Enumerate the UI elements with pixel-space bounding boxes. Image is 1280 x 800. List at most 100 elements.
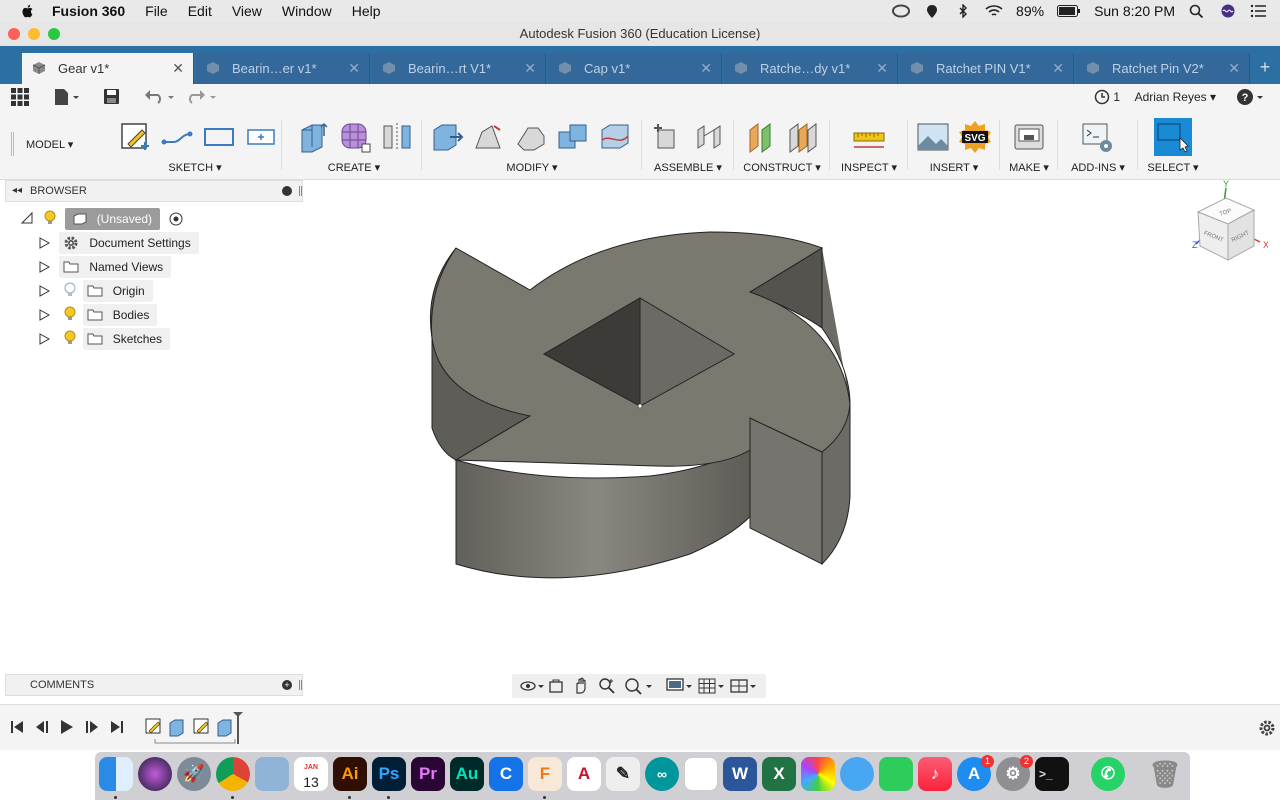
sketch-dimension-icon[interactable] (244, 120, 278, 154)
form-icon[interactable] (338, 120, 372, 154)
menu-app-name[interactable]: Fusion 360 (52, 3, 125, 19)
word-icon[interactable]: W (723, 757, 757, 791)
midplane-icon[interactable] (786, 120, 820, 154)
close-tab-icon[interactable]: ✕ (700, 53, 712, 84)
inkscape-icon[interactable]: ✎ (606, 757, 640, 791)
terminal-icon[interactable]: >_ (1035, 757, 1069, 791)
menu-view[interactable]: View (232, 3, 262, 19)
messages-icon[interactable] (840, 757, 874, 791)
panel-pin-icon[interactable] (299, 186, 302, 196)
close-tab-icon[interactable]: ✕ (876, 53, 888, 84)
scripts-addins-icon[interactable] (1080, 120, 1114, 154)
fusion-360-icon[interactable]: F (528, 757, 562, 791)
creative-cloud-icon[interactable] (892, 4, 911, 18)
save-icon[interactable] (103, 88, 120, 105)
view-cube[interactable]: Y Z X TOP FRONT RIGHT (1186, 180, 1268, 266)
extrude-icon[interactable] (296, 120, 330, 154)
create-sketch-icon[interactable] (118, 120, 152, 154)
insert-menu[interactable]: INSERT ▾ (908, 161, 1000, 174)
photos-icon[interactable] (801, 757, 835, 791)
display-settings-icon[interactable] (666, 677, 692, 695)
shell-icon[interactable] (598, 120, 632, 154)
battery-icon[interactable] (1057, 5, 1081, 17)
close-tab-icon[interactable]: ✕ (348, 53, 360, 84)
tree-root[interactable]: (Unsaved) (20, 208, 183, 230)
job-status[interactable]: 1 (1094, 89, 1120, 105)
tab-cap[interactable]: Cap v1* ✕ (548, 53, 722, 84)
close-tab-icon[interactable]: ✕ (172, 53, 184, 84)
pan-hand-icon[interactable] (572, 677, 590, 695)
spotlight-search-icon[interactable] (1188, 4, 1206, 18)
visibility-bulb-icon[interactable] (43, 210, 57, 226)
audition-icon[interactable]: Au (450, 757, 484, 791)
measure-icon[interactable] (852, 120, 886, 154)
add-comment-icon[interactable]: + (282, 680, 292, 690)
zoom-icon[interactable] (598, 677, 616, 695)
visibility-bulb-icon[interactable] (63, 330, 77, 346)
tab-bearing-rt[interactable]: Bearin…rt V1* ✕ (372, 53, 546, 84)
collapse-panel-icon[interactable]: ◂◂ (12, 181, 22, 201)
bluetooth-icon[interactable] (954, 4, 972, 18)
new-component-icon[interactable] (650, 120, 684, 154)
siri-app-icon[interactable] (138, 757, 172, 791)
press-pull-icon[interactable] (430, 120, 464, 154)
tree-item-sketches[interactable]: Sketches (38, 328, 171, 350)
chamfer-icon[interactable] (514, 120, 548, 154)
root-component-label[interactable]: (Unsaved) (64, 208, 161, 230)
ribbon-grip[interactable] (11, 132, 14, 156)
siri-icon[interactable] (1219, 4, 1237, 18)
facetime-icon[interactable] (879, 757, 913, 791)
menu-edit[interactable]: Edit (188, 3, 212, 19)
launchpad-icon[interactable]: 🚀 (177, 757, 211, 791)
3d-print-icon[interactable] (1012, 120, 1046, 154)
select-menu[interactable]: SELECT ▾ (1138, 161, 1208, 174)
timeline-sketch-feature-icon-2[interactable] (192, 717, 212, 737)
user-account-menu[interactable]: Adrian Reyes ▾ (1135, 90, 1216, 104)
mirror-icon[interactable] (380, 120, 414, 154)
fit-window-icon[interactable] (624, 677, 654, 695)
go-to-end-icon[interactable] (110, 720, 124, 734)
activate-radio-icon[interactable] (169, 212, 183, 226)
new-tab-button[interactable]: + (1250, 53, 1280, 84)
addins-menu[interactable]: ADD-INS ▾ (1058, 161, 1138, 174)
redo-icon[interactable] (186, 88, 218, 104)
create-menu[interactable]: CREATE ▾ (286, 161, 422, 174)
undo-icon[interactable] (144, 88, 176, 104)
wifi-icon[interactable] (985, 4, 1003, 18)
music-icon[interactable]: ♪ (918, 757, 952, 791)
browser-options-icon[interactable] (282, 186, 292, 196)
finder-icon[interactable] (99, 757, 133, 791)
help-icon[interactable]: ? (1236, 88, 1266, 106)
select-tool-icon[interactable] (1154, 118, 1192, 156)
expand-triangle-icon[interactable] (38, 333, 51, 345)
menu-window[interactable]: Window (282, 3, 332, 19)
close-tab-icon[interactable]: ✕ (1052, 53, 1064, 84)
tab-gear[interactable]: Gear v1* ✕ (22, 53, 194, 84)
look-at-icon[interactable] (548, 678, 564, 694)
panel-pin-icon[interactable] (299, 680, 302, 690)
menu-help[interactable]: Help (352, 3, 381, 19)
inspect-menu[interactable]: INSPECT ▾ (830, 161, 908, 174)
autocad-icon[interactable]: A (567, 757, 601, 791)
excel-icon[interactable]: X (762, 757, 796, 791)
timeline-extrude-feature-icon[interactable] (168, 717, 188, 737)
viewports-icon[interactable] (730, 677, 756, 695)
illustrator-icon[interactable]: Ai (333, 757, 367, 791)
construct-menu[interactable]: CONSTRUCT ▾ (734, 161, 830, 174)
photoshop-icon[interactable]: Ps (372, 757, 406, 791)
tree-item-named-views[interactable]: Named Views (38, 256, 172, 278)
close-tab-icon[interactable]: ✕ (1228, 53, 1240, 84)
tab-ratchet-pin-v2[interactable]: Ratchet Pin V2* ✕ (1076, 53, 1250, 84)
close-tab-icon[interactable]: ✕ (524, 53, 536, 84)
arduino-icon[interactable]: ∞ (645, 757, 679, 791)
expand-triangle-icon[interactable] (38, 309, 51, 321)
visibility-bulb-icon[interactable] (63, 306, 77, 322)
notification-center-icon[interactable] (1250, 4, 1268, 18)
collapse-triangle-icon[interactable] (20, 211, 34, 225)
minimize-window-button[interactable] (28, 28, 40, 40)
line-tool-icon[interactable] (160, 120, 194, 154)
preview-icon[interactable] (255, 757, 289, 791)
tree-item-origin[interactable]: Origin (38, 280, 153, 302)
insert-image-icon[interactable] (916, 120, 950, 154)
timeline-sketch-feature-icon[interactable] (144, 717, 164, 737)
